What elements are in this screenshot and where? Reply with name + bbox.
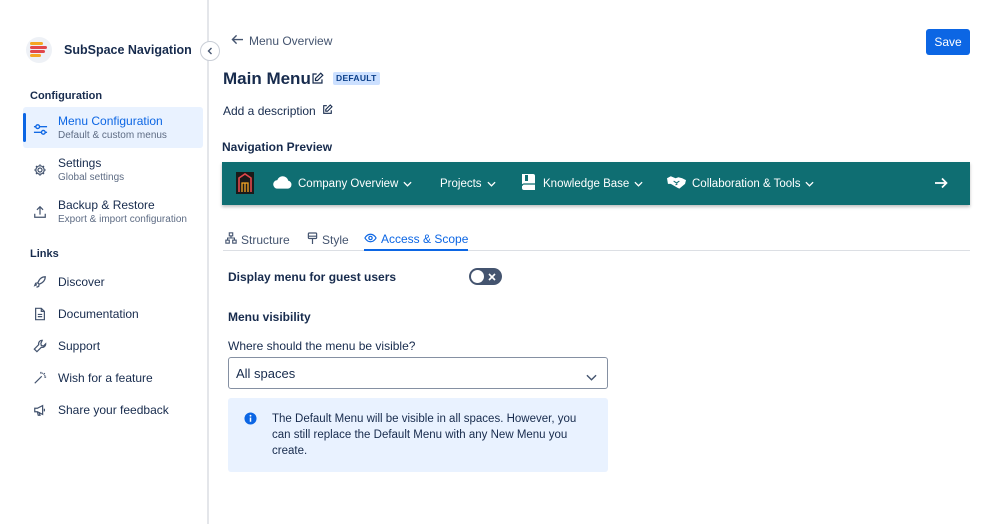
chevron-down-icon	[586, 369, 597, 384]
edit-icon	[316, 104, 333, 118]
sidebar-item-title: Settings	[58, 156, 102, 170]
upload-icon	[32, 204, 48, 220]
sidebar: SubSpace Navigation Configuration Menu C…	[0, 0, 209, 524]
preview-menu-projects[interactable]: Projects	[440, 162, 496, 205]
brand[interactable]: SubSpace Navigation	[26, 37, 192, 63]
visibility-field-label: Where should the menu be visible?	[228, 339, 416, 353]
chevron-left-icon	[206, 44, 214, 58]
sidebar-link-feedback[interactable]: Share your feedback	[23, 398, 203, 422]
rocket-icon	[32, 274, 48, 290]
arrow-left-icon	[231, 34, 249, 48]
tab-bar: Structure Style Access & Scope	[223, 228, 970, 251]
sidebar-item-title: Backup & Restore	[58, 198, 155, 212]
tab-style[interactable]: Style	[307, 228, 349, 251]
chevron-down-icon	[403, 178, 412, 190]
chevron-down-icon	[486, 178, 496, 190]
save-button[interactable]: Save	[926, 29, 970, 55]
tab-access-scope[interactable]: Access & Scope	[364, 228, 469, 251]
chevron-down-icon	[634, 178, 643, 190]
sidebar-link-wish-feature[interactable]: Wish for a feature	[23, 366, 203, 390]
toggle-knob	[471, 270, 484, 283]
info-message-text: The Default Menu will be visible in all …	[272, 413, 577, 457]
preview-menu-label: Collaboration & Tools	[692, 177, 801, 190]
add-description-button[interactable]: Add a description	[223, 104, 333, 118]
back-link-label: Menu Overview	[249, 34, 333, 48]
magic-wand-icon	[32, 370, 48, 386]
sidebar-item-subtitle: Default & custom menus	[58, 130, 167, 141]
visibility-select[interactable]: All spaces	[228, 357, 608, 389]
sidebar-item-subtitle: Export & import configuration	[58, 214, 187, 225]
guest-users-toggle[interactable]	[469, 268, 502, 285]
book-icon	[521, 173, 537, 194]
sliders-icon	[32, 121, 48, 137]
sidebar-item-subtitle: Global settings	[58, 172, 125, 183]
visibility-select-value: All spaces	[236, 365, 296, 381]
navigation-preview-bar: Company Overview Projects Knowledge Base…	[222, 162, 970, 205]
paintbrush-icon	[307, 231, 322, 248]
sidebar-item-settings[interactable]: Settings Global settings	[23, 156, 203, 186]
menu-visibility-heading: Menu visibility	[228, 310, 311, 324]
eye-icon	[364, 232, 381, 246]
preview-menu-label: Company Overview	[298, 177, 399, 190]
collapse-sidebar-button[interactable]	[200, 41, 220, 61]
guest-users-label: Display menu for guest users	[228, 270, 397, 284]
tab-label: Access & Scope	[381, 231, 469, 246]
back-to-menu-overview-link[interactable]: Menu Overview	[231, 34, 332, 48]
sidebar-link-label: Documentation	[58, 307, 139, 321]
cloud-icon	[273, 175, 292, 192]
sidebar-item-backup-restore[interactable]: Backup & Restore Export & import configu…	[23, 198, 203, 228]
sidebar-link-label: Wish for a feature	[58, 371, 153, 385]
sidebar-item-title: Menu Configuration	[58, 114, 163, 128]
megaphone-icon	[32, 402, 48, 418]
sidebar-link-support[interactable]: Support	[23, 334, 203, 358]
preview-menu-label: Projects	[440, 177, 482, 190]
sidebar-link-label: Share your feedback	[58, 403, 169, 417]
preview-menu-company-overview[interactable]: Company Overview	[273, 162, 412, 205]
status-badge: DEFAULT	[333, 72, 380, 85]
sidebar-link-label: Support	[58, 339, 101, 353]
company-logo-icon	[236, 172, 254, 194]
info-message-box: The Default Menu will be visible in all …	[228, 398, 608, 472]
preview-menu-collaboration-tools[interactable]: Collaboration & Tools	[667, 162, 815, 205]
section-label-links: Links	[30, 248, 59, 260]
sidebar-link-label: Discover	[58, 275, 105, 289]
preview-menu-label: Knowledge Base	[543, 177, 630, 190]
document-icon	[32, 306, 48, 322]
preview-menu-knowledge-base[interactable]: Knowledge Base	[521, 162, 643, 205]
sidebar-item-menu-configuration[interactable]: Menu Configuration Default & custom menu…	[23, 107, 203, 148]
chevron-down-icon	[805, 178, 815, 190]
info-icon	[244, 412, 257, 428]
handshake-icon	[667, 175, 686, 192]
tab-structure[interactable]: Structure	[225, 228, 290, 251]
tab-label: Structure	[241, 232, 290, 247]
gear-icon	[32, 162, 48, 178]
close-icon	[487, 271, 497, 285]
sidebar-link-discover[interactable]: Discover	[23, 270, 203, 294]
page-title: Main Menu	[223, 69, 311, 88]
brand-name: SubSpace Navigation	[64, 43, 192, 57]
section-label-configuration: Configuration	[30, 90, 103, 102]
brand-logo-icon	[26, 37, 52, 63]
add-description-label: Add a description	[223, 104, 316, 118]
hierarchy-icon	[225, 232, 241, 247]
arrow-right-icon[interactable]	[934, 176, 948, 193]
edit-title-icon[interactable]	[311, 72, 324, 88]
sidebar-link-documentation[interactable]: Documentation	[23, 302, 203, 326]
tab-label: Style	[322, 232, 349, 247]
wrench-icon	[32, 338, 48, 354]
preview-label: Navigation Preview	[222, 140, 333, 154]
